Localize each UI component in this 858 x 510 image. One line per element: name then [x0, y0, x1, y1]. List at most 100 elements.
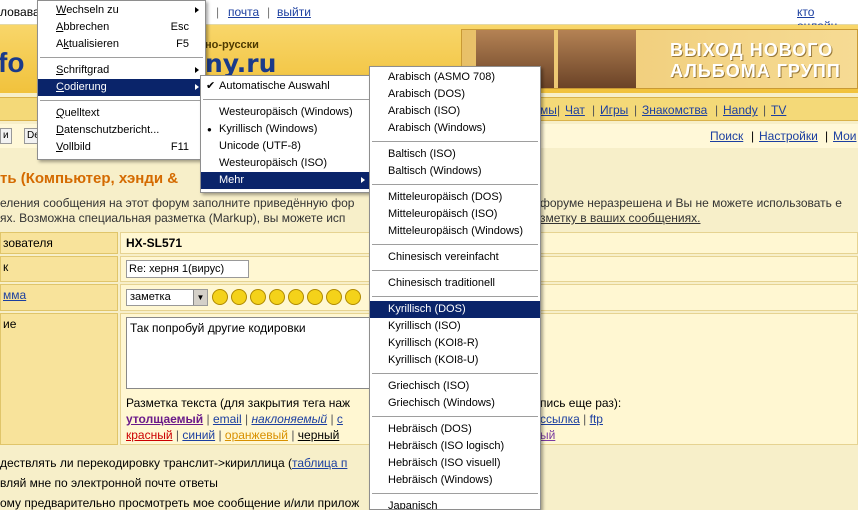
sub-button[interactable]: и	[0, 128, 12, 144]
nav-item[interactable]: мы	[540, 103, 557, 117]
mail-link[interactable]: почта	[228, 5, 259, 19]
encoding-item-unicode-utf-8[interactable]: Unicode (UTF-8)	[201, 138, 371, 155]
encoding-item-kyrillisch-dos[interactable]: Kyrillisch (DOS)	[370, 301, 540, 318]
markup-email-link[interactable]: email	[213, 412, 242, 426]
markup-row: ый	[540, 428, 555, 442]
menu-item-label: Arabisch (ISO)	[388, 105, 461, 117]
encoding-item-westeuropaisch-windows[interactable]: Westeuropäisch (Windows)	[201, 104, 371, 121]
preview-option[interactable]: ому предварительно просмотреть мое сообщ…	[0, 496, 359, 510]
menu-item-quelltext[interactable]: Quelltext	[38, 105, 205, 122]
menu-item-label: Arabisch (Windows)	[388, 122, 486, 134]
menu-item-datenschutzbericht[interactable]: Datenschutzbericht...	[38, 122, 205, 139]
smiley-icon[interactable]	[345, 289, 361, 305]
encoding-item-japanisch[interactable]: Japanisch	[370, 498, 540, 509]
message-textarea[interactable]: Так попробуй другие кодировки	[126, 317, 375, 389]
markup-orange-link[interactable]: оранжевый	[225, 428, 288, 442]
menu-item-schriftgrad[interactable]: Schriftgrad	[38, 62, 205, 79]
encoding-item-kyrillisch-koi8-r[interactable]: Kyrillisch (KOI8-R)	[370, 335, 540, 352]
menu-item-wechseln-zu[interactable]: Wechseln zu	[38, 2, 205, 19]
menu-item-label: Aktualisieren	[56, 38, 119, 50]
subject-label: к	[0, 256, 118, 282]
promo-line1: ВЫХОД НОВОГО	[670, 40, 834, 60]
encoding-item-mitteleuropaisch-iso[interactable]: Mitteleuropäisch (ISO)	[370, 206, 540, 223]
markup-color-link[interactable]: ый	[540, 428, 555, 442]
smiley-icon[interactable]	[250, 289, 266, 305]
encoding-item-hebraisch-iso-logisch[interactable]: Hebräisch (ISO logisch)	[370, 438, 540, 455]
nav-item-dating[interactable]: Знакомства	[642, 103, 707, 117]
encoding-item-arabisch-asmo-708[interactable]: Arabisch (ASMO 708)	[370, 69, 540, 86]
markup-black-link[interactable]: черный	[298, 428, 340, 442]
check-icon: ✔	[206, 80, 216, 92]
markup-ftp-link[interactable]: ftp	[590, 412, 603, 426]
nav-item-chat[interactable]: Чат	[565, 103, 585, 117]
type-select[interactable]: заметка ▼	[126, 289, 208, 306]
translit-option[interactable]: дествлять ли перекодировку транслит->кир…	[0, 456, 347, 470]
settings-link[interactable]: Настройки	[759, 129, 818, 143]
menu-item-label: Kyrillisch (Windows)	[219, 123, 318, 135]
encoding-item-arabisch-iso[interactable]: Arabisch (ISO)	[370, 103, 540, 120]
encoding-item-baltisch-iso[interactable]: Baltisch (ISO)	[370, 146, 540, 163]
email-replies-option[interactable]: вляй мне по электронной почте ответы	[0, 476, 218, 490]
encoding-item-hebraisch-windows[interactable]: Hebräisch (Windows)	[370, 472, 540, 489]
type-label[interactable]: мма	[0, 284, 118, 311]
encoding-item-arabisch-dos[interactable]: Arabisch (DOS)	[370, 86, 540, 103]
encoding-item-chinesisch-traditionell[interactable]: Chinesisch traditionell	[370, 275, 540, 292]
menu-item-label: Hebräisch (ISO logisch)	[388, 440, 505, 452]
encoding-item-mitteleuropaisch-dos[interactable]: Mitteleuropäisch (DOS)	[370, 189, 540, 206]
encoding-item-chinesisch-vereinfacht[interactable]: Chinesisch vereinfacht	[370, 249, 540, 266]
encoding-item-mehr[interactable]: Mehr	[201, 172, 371, 189]
smiley-icon[interactable]	[288, 289, 304, 305]
markup-blue-link[interactable]: синий	[182, 428, 215, 442]
markup-red-link[interactable]: красный	[126, 428, 173, 442]
encoding-item-griechisch-iso[interactable]: Griechisch (ISO)	[370, 378, 540, 395]
menu-item-label: Kyrillisch (KOI8-R)	[388, 337, 479, 349]
logo[interactable]: ny.ru	[205, 49, 276, 78]
logo-fragment[interactable]: fo	[0, 47, 24, 79]
translit-table-link[interactable]: таблица п	[292, 456, 347, 470]
encoding-item-westeuropaisch-iso[interactable]: Westeuropäisch (ISO)	[201, 155, 371, 172]
menu-item-label: Arabisch (ASMO 708)	[388, 71, 495, 83]
encoding-item-kyrillisch-koi8-u[interactable]: Kyrillisch (KOI8-U)	[370, 352, 540, 369]
encoding-item-kyrillisch-windows[interactable]: ● Kyrillisch (Windows)	[201, 121, 371, 138]
markup-bold-link[interactable]: утолщаемый	[126, 412, 203, 426]
menu-item-label: Mitteleuropäisch (ISO)	[388, 208, 498, 220]
chevron-down-icon[interactable]: ▼	[193, 290, 207, 305]
encoding-item-mitteleuropaisch-windows[interactable]: Mitteleuropäisch (Windows)	[370, 223, 540, 240]
encoding-item-griechisch-windows[interactable]: Griechisch (Windows)	[370, 395, 540, 412]
logout-link[interactable]: выйти	[277, 5, 311, 19]
subject-input[interactable]	[126, 260, 249, 278]
menu-item-label: Abbrechen	[56, 21, 110, 33]
menu-item-label: Kyrillisch (ISO)	[388, 320, 461, 332]
type-select-value: заметка	[130, 291, 171, 303]
info-text: еления сообщения на этот форум заполните…	[0, 196, 355, 210]
smiley-icon[interactable]	[326, 289, 342, 305]
encoding-item-arabisch-windows[interactable]: Arabisch (Windows)	[370, 120, 540, 137]
smiley-icon[interactable]	[307, 289, 323, 305]
smiley-icon[interactable]	[212, 289, 228, 305]
submenu-arrow-icon	[195, 67, 199, 73]
submenu-arrow-icon	[361, 177, 365, 183]
nav-item-games[interactable]: Игры	[600, 103, 628, 117]
my-link[interactable]: Мои	[833, 129, 857, 143]
smiley-icon[interactable]	[269, 289, 285, 305]
markup-italic-link[interactable]: наклоняемый	[251, 412, 327, 426]
user-value: HX-SL571	[126, 236, 183, 250]
menu-item-codierung[interactable]: Codierung	[38, 79, 205, 96]
menu-item-abbrechen[interactable]: Abbrechen Esc	[38, 19, 205, 36]
markup-link[interactable]: с	[337, 412, 343, 426]
menu-separator	[372, 296, 538, 297]
encoding-item-hebraisch-iso-visuell[interactable]: Hebräisch (ISO visuell)	[370, 455, 540, 472]
menu-item-vollbild[interactable]: Vollbild F11	[38, 139, 205, 156]
encoding-item-automatische-auswahl[interactable]: ✔ Automatische Auswahl	[201, 78, 371, 95]
encoding-item-kyrillisch-iso[interactable]: Kyrillisch (ISO)	[370, 318, 540, 335]
search-link[interactable]: Поиск	[710, 129, 743, 143]
markup-link[interactable]: зметку в ваших сообщениях.	[540, 211, 700, 225]
nav-item-tv[interactable]: TV	[771, 103, 786, 117]
smiley-icon[interactable]	[231, 289, 247, 305]
encoding-item-baltisch-windows[interactable]: Baltisch (Windows)	[370, 163, 540, 180]
menu-item-aktualisieren[interactable]: Aktualisieren F5	[38, 36, 205, 53]
encoding-item-hebraisch-dos[interactable]: Hebräisch (DOS)	[370, 421, 540, 438]
markup-url-link[interactable]: ссылка	[540, 412, 580, 426]
nav-item-handy[interactable]: Handy	[723, 103, 758, 117]
menu-item-label: Hebräisch (ISO visuell)	[388, 457, 501, 469]
